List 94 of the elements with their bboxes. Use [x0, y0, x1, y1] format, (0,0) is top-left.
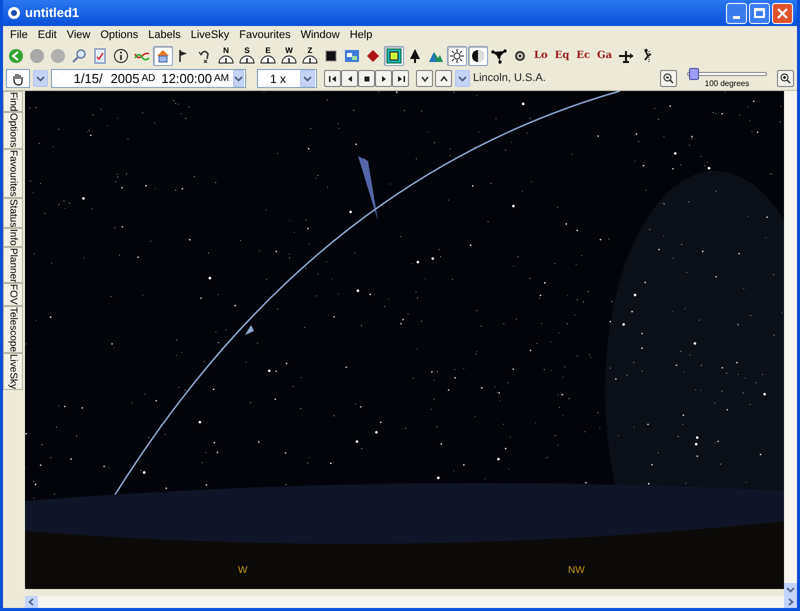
- step-button[interactable]: [435, 70, 452, 87]
- pan-tool-button[interactable]: [6, 69, 30, 88]
- toolbar-button[interactable]: [468, 46, 488, 66]
- side-tab[interactable]: Planner: [3, 246, 23, 284]
- menu-item[interactable]: Edit: [32, 26, 62, 44]
- toolbar-button[interactable]: [447, 46, 467, 66]
- zoom-reading: 100 degrees: [704, 80, 750, 88]
- horizontal-scrollbar[interactable]: [25, 596, 797, 608]
- sun-icon: [449, 48, 465, 64]
- dial-icon: [302, 55, 318, 64]
- compass-button[interactable]: Z: [300, 46, 320, 66]
- diamond-icon: [365, 48, 381, 64]
- year-text: 2005: [110, 70, 140, 88]
- menu-item[interactable]: Favourites: [234, 26, 296, 44]
- maximize-button[interactable]: [749, 2, 770, 24]
- step-button[interactable]: [324, 70, 341, 87]
- date-text: 1/15/: [74, 70, 103, 88]
- vertical-scrollbar[interactable]: [784, 91, 797, 596]
- caret-icon: [458, 76, 467, 82]
- side-tab[interactable]: FOV: [3, 283, 23, 306]
- side-tab[interactable]: Telescope: [3, 306, 23, 353]
- compass-button[interactable]: E: [258, 46, 278, 66]
- compass-button[interactable]: N: [216, 46, 236, 66]
- caret-icon: [36, 76, 45, 82]
- zoom-slider-thumb[interactable]: [689, 68, 700, 80]
- dial-icon: [218, 55, 234, 64]
- step-button[interactable]: [375, 70, 392, 87]
- grid-button[interactable]: Lo: [531, 46, 551, 66]
- compass-button[interactable]: S: [237, 46, 257, 66]
- minimize-button[interactable]: [726, 2, 747, 24]
- step-button[interactable]: [392, 70, 409, 87]
- dial-icon: [281, 55, 297, 64]
- ampm-text: AM: [214, 72, 229, 86]
- step-button[interactable]: [416, 70, 433, 87]
- scroll-down-icon: [784, 583, 797, 596]
- era-text: AD: [141, 72, 156, 86]
- side-tab[interactable]: Info: [3, 228, 23, 247]
- grid-button[interactable]: Eq: [552, 46, 572, 66]
- checklist-icon: [92, 48, 108, 64]
- half-moon-icon: [470, 48, 486, 64]
- square-icon: [323, 48, 339, 64]
- menu-item[interactable]: File: [5, 26, 33, 44]
- zoom-in-button[interactable]: [777, 70, 794, 87]
- menu-item[interactable]: Options: [95, 26, 144, 44]
- side-tab[interactable]: Options: [3, 112, 23, 149]
- caret-icon: [234, 76, 243, 82]
- caret-icon: [303, 76, 312, 82]
- scroll-left-icon: [25, 596, 38, 608]
- horizon-label: NW: [568, 564, 585, 578]
- window-icon: [344, 48, 360, 64]
- dropdown-button[interactable]: [233, 70, 244, 87]
- disc-icon: [50, 48, 66, 64]
- rate-select[interactable]: 1 x: [257, 69, 317, 88]
- target-icon: [386, 48, 402, 64]
- hand-icon: [11, 72, 25, 86]
- step-button[interactable]: [358, 70, 375, 87]
- info-icon: [113, 48, 129, 64]
- window-title: untitled1: [25, 4, 80, 22]
- menu-item[interactable]: Help: [344, 26, 378, 44]
- menu-item[interactable]: Labels: [143, 26, 186, 44]
- dropdown-button[interactable]: [300, 70, 315, 87]
- menu-item[interactable]: View: [62, 26, 96, 44]
- house-icon: [155, 48, 171, 64]
- maximize-icon: [754, 8, 765, 18]
- close-button[interactable]: [772, 2, 793, 24]
- constellation-icon: [491, 48, 507, 64]
- compass-button[interactable]: W: [279, 46, 299, 66]
- scroll-right-icon: [784, 596, 797, 608]
- dial-icon: [260, 55, 276, 64]
- side-tab[interactable]: Status: [3, 198, 23, 228]
- zoom-out-button[interactable]: [660, 70, 677, 87]
- location-text: Lincoln, U.S.A.: [473, 71, 546, 86]
- step-button[interactable]: [341, 70, 358, 87]
- tree-icon: [407, 48, 423, 64]
- menu-item[interactable]: LiveSky: [186, 26, 234, 44]
- zoom-in-icon: [780, 73, 791, 84]
- dropdown-button[interactable]: [33, 70, 48, 87]
- toolbar-button[interactable]: [384, 46, 404, 66]
- side-tab[interactable]: Favourites: [3, 148, 23, 198]
- dropdown-button[interactable]: [455, 70, 470, 87]
- close-icon: [777, 8, 788, 18]
- grid-button[interactable]: Ec: [573, 46, 594, 66]
- minimize-icon: [733, 16, 740, 18]
- side-tab[interactable]: LiveSky: [3, 352, 23, 390]
- app-icon: [7, 6, 21, 20]
- menu-item[interactable]: Window: [296, 26, 345, 44]
- horizon-label: W: [238, 564, 248, 578]
- search-icon: [71, 48, 87, 64]
- zoom-out-icon: [663, 73, 674, 84]
- side-tab[interactable]: Find: [3, 91, 23, 112]
- date-time-field[interactable]: 1/15/ 2005 AD 12:00:00 AM: [51, 69, 246, 88]
- time-text: 12:00:00: [161, 70, 212, 88]
- grid-button[interactable]: Ga: [594, 46, 616, 66]
- dial-icon: [239, 55, 255, 64]
